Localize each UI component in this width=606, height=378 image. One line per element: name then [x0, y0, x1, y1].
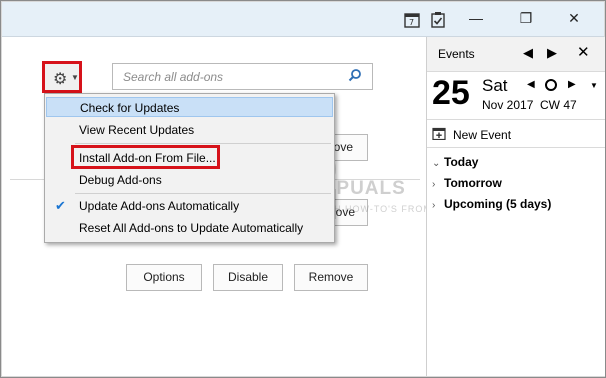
svg-text:7: 7	[409, 18, 414, 27]
minimize-button[interactable]: —	[460, 6, 492, 30]
today-icon[interactable]	[545, 79, 557, 91]
events-title: Events	[438, 47, 475, 61]
remove-button[interactable]: Remove	[294, 264, 368, 291]
title-bar: 7 — ❐ ✕	[2, 2, 604, 37]
day-number: 25	[432, 74, 470, 112]
restore-button[interactable]: ❐	[510, 6, 542, 30]
menu-item-debug-addons[interactable]: Debug Add-ons	[46, 170, 333, 190]
tools-gear-button[interactable]: ⚙ ▼	[42, 61, 82, 93]
search-placeholder: Search all add-ons	[123, 70, 224, 84]
menu-separator	[75, 193, 331, 194]
events-upcoming[interactable]: › Upcoming (5 days)	[432, 197, 551, 211]
next-arrow-icon[interactable]: ▶	[547, 45, 557, 61]
events-sidebar: Events ◀ ▶ ✕ 25 Sat ◀ ▶ ▼ Nov 2017 CW 47…	[426, 37, 605, 376]
calendar-week: CW 47	[540, 98, 577, 112]
calendar-icon[interactable]: 7	[404, 12, 420, 28]
day-name: Sat	[482, 76, 508, 95]
events-header: Events ◀ ▶ ✕	[427, 37, 605, 72]
prev-arrow-icon[interactable]: ◀	[523, 45, 533, 61]
events-today[interactable]: ⌄ Today	[432, 155, 478, 169]
checkmark-icon: ✔	[55, 198, 66, 213]
disable-button[interactable]: Disable	[213, 264, 283, 291]
close-button[interactable]: ✕	[558, 6, 590, 30]
new-event-button[interactable]: New Event	[453, 128, 511, 142]
sidebar-divider	[427, 119, 605, 120]
menu-item-view-recent-updates[interactable]: View Recent Updates	[46, 120, 333, 140]
search-icon[interactable]	[348, 68, 362, 82]
chevron-down-icon: ⌄	[432, 158, 441, 169]
menu-item-reset-auto-update[interactable]: Reset All Add-ons to Update Automaticall…	[46, 218, 333, 238]
next-day-icon[interactable]: ▶	[568, 79, 576, 90]
new-event-icon	[432, 127, 446, 140]
options-button[interactable]: Options	[126, 264, 202, 291]
menu-item-update-automatically[interactable]: ✔ Update Add-ons Automatically	[46, 196, 333, 216]
search-input[interactable]: Search all add-ons	[112, 63, 373, 90]
sidebar-divider	[427, 147, 605, 148]
task-icon[interactable]	[430, 12, 446, 28]
chevron-right-icon: ›	[432, 200, 436, 211]
menu-item-check-updates[interactable]: Check for Updates	[46, 97, 333, 117]
chevron-right-icon: ›	[432, 179, 436, 190]
gear-icon: ⚙	[53, 71, 68, 88]
addons-window: 7 — ❐ ✕ ⚙ ▼ Search all add-ons move ove …	[0, 0, 606, 378]
menu-separator	[75, 143, 331, 144]
events-tomorrow[interactable]: › Tomorrow	[432, 176, 502, 190]
highlight-box-install-from-file	[71, 145, 220, 169]
prev-day-icon[interactable]: ◀	[527, 79, 535, 90]
chevron-down-icon: ▼	[71, 73, 79, 82]
close-icon[interactable]: ✕	[577, 43, 590, 61]
month-year: Nov 2017	[482, 98, 534, 112]
chevron-down-icon[interactable]: ▼	[590, 81, 598, 90]
